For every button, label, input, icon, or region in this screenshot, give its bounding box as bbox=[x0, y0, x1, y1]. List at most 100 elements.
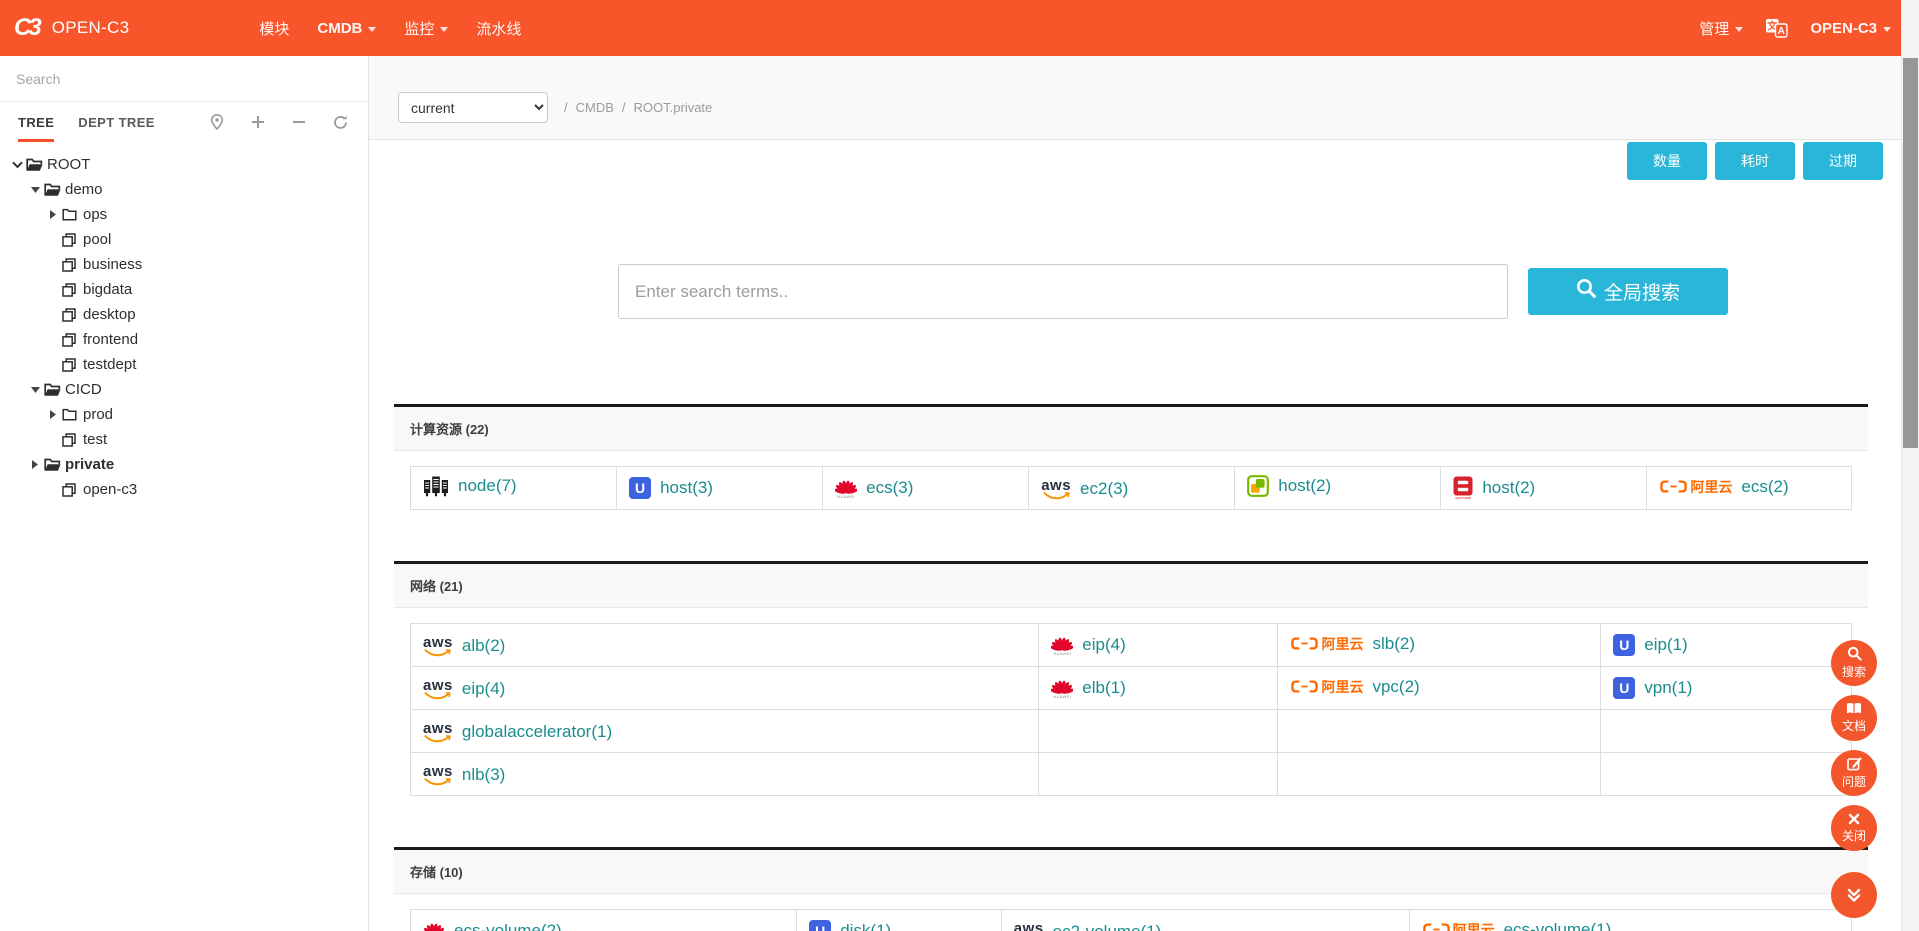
refresh-icon[interactable] bbox=[333, 115, 348, 130]
resource-link[interactable]: Uhost(3) bbox=[629, 477, 713, 499]
resource-link[interactable]: node(7) bbox=[423, 474, 517, 498]
search-icon bbox=[1576, 278, 1597, 305]
resource-cell: HUAWEIeip(4) bbox=[1039, 624, 1278, 667]
scrollbar-thumb[interactable] bbox=[1903, 58, 1918, 448]
fab-docs[interactable]: 文档 bbox=[1831, 695, 1877, 741]
resource-link[interactable]: awsec2-volume(1) bbox=[1014, 921, 1162, 931]
resource-link[interactable]: Ueip(1) bbox=[1613, 634, 1687, 656]
translate-icon[interactable]: 文A bbox=[1765, 18, 1788, 38]
table-row: awsglobalaccelerator(1) bbox=[411, 710, 1852, 753]
tri-down-icon[interactable] bbox=[26, 387, 44, 393]
org-tree: ROOT demo ops pool business bigdatadesktopfro… bbox=[0, 142, 368, 502]
tree-node-root[interactable]: ROOT bbox=[0, 152, 368, 177]
chevron-down-icon[interactable] bbox=[8, 161, 26, 169]
nav-item-manage[interactable]: 管理 bbox=[1699, 18, 1743, 39]
nav-item-account[interactable]: OPEN-C3 bbox=[1810, 20, 1891, 37]
fab-search[interactable]: 搜索 bbox=[1831, 640, 1877, 686]
huawei-icon: HUAWEI bbox=[1051, 678, 1073, 699]
tree-node-label: testdept bbox=[83, 356, 136, 373]
fab-label: 关闭 bbox=[1842, 827, 1866, 844]
resource-cell: node(7) bbox=[411, 467, 617, 510]
vmware-icon bbox=[1247, 475, 1269, 497]
tree-node-bigdata[interactable]: bigdata bbox=[0, 277, 368, 302]
fab-close[interactable]: 关闭 bbox=[1831, 805, 1877, 851]
locate-icon[interactable] bbox=[210, 114, 224, 130]
nav-item-modules[interactable]: 模块 bbox=[259, 18, 289, 39]
resource-link[interactable]: 阿里云ecs(2) bbox=[1659, 477, 1788, 497]
resource-link[interactable]: 阿里云slb(2) bbox=[1290, 634, 1415, 654]
fab-collapse[interactable] bbox=[1831, 872, 1877, 918]
resource-link[interactable]: HUAWEIeip(4) bbox=[1051, 635, 1125, 656]
tree-node-label: ops bbox=[83, 206, 107, 223]
fab-issue[interactable]: 问题 bbox=[1831, 750, 1877, 796]
pages-icon bbox=[62, 358, 81, 372]
tree-node-ops[interactable]: ops bbox=[0, 202, 368, 227]
card-title: 网络 (21) bbox=[394, 564, 1868, 608]
resource-label: eip(4) bbox=[1082, 635, 1125, 655]
sidebar-search-input[interactable] bbox=[0, 56, 368, 102]
resource-link[interactable]: host(2) bbox=[1247, 475, 1331, 497]
tree-node-frontend[interactable]: frontend bbox=[0, 327, 368, 352]
tab-dept-tree[interactable]: DEPT TREE bbox=[78, 102, 155, 142]
toolbar-button-expire[interactable]: 过期 bbox=[1803, 142, 1883, 180]
resource-link[interactable]: awsec2(3) bbox=[1041, 478, 1128, 500]
resource-link[interactable]: HUAWEIecs-volume(2) bbox=[423, 921, 562, 931]
tree-node-testdept[interactable]: testdept bbox=[0, 352, 368, 377]
fab-label: 问题 bbox=[1842, 773, 1866, 790]
tri-right-icon[interactable] bbox=[44, 210, 62, 219]
minus-icon[interactable] bbox=[292, 115, 306, 129]
tree-node-desktop[interactable]: desktop bbox=[0, 302, 368, 327]
sidebar-tabs: TREE DEPT TREE bbox=[0, 102, 368, 142]
tree-node-cicd[interactable]: CICD bbox=[0, 377, 368, 402]
fab-label: 文档 bbox=[1842, 717, 1866, 734]
plus-icon[interactable] bbox=[251, 115, 265, 129]
tree-node-test[interactable]: test bbox=[0, 427, 368, 452]
tree-node-prod[interactable]: prod bbox=[0, 402, 368, 427]
resource-link[interactable]: openstackhost(2) bbox=[1453, 476, 1535, 501]
tri-right-icon[interactable] bbox=[44, 410, 62, 419]
tree-node-label: demo bbox=[65, 181, 103, 198]
tree-node-open-c3[interactable]: open-c3 bbox=[0, 477, 368, 502]
resource-link[interactable]: awsnlb(3) bbox=[423, 764, 505, 786]
resource-link[interactable]: awseip(4) bbox=[423, 678, 505, 700]
tree-node-private[interactable]: private bbox=[0, 452, 368, 477]
navbar-right: 管理 文A OPEN-C3 bbox=[1699, 18, 1891, 39]
resource-label: nlb(3) bbox=[462, 765, 505, 785]
global-search-label: 全局搜索 bbox=[1604, 278, 1680, 305]
tab-tree[interactable]: TREE bbox=[18, 102, 54, 142]
resource-cell: awsec2(3) bbox=[1029, 467, 1235, 510]
global-search-button[interactable]: 全局搜索 bbox=[1528, 268, 1728, 315]
page-scrollbar[interactable] bbox=[1901, 0, 1919, 931]
breadcrumb-cmdb[interactable]: CMDB bbox=[576, 100, 614, 115]
tri-down-icon[interactable] bbox=[26, 187, 44, 193]
toolbar-button-count[interactable]: 数量 bbox=[1627, 142, 1707, 180]
pages-icon bbox=[62, 308, 81, 322]
nav-item-pipeline[interactable]: 流水线 bbox=[476, 18, 521, 39]
nav-item-monitor[interactable]: 监控 bbox=[404, 18, 448, 39]
tree-node-demo[interactable]: demo bbox=[0, 177, 368, 202]
global-search-input[interactable] bbox=[618, 264, 1508, 319]
ucloud-icon: U bbox=[809, 920, 831, 931]
resource-link[interactable]: 阿里云ecs-volume(1) bbox=[1422, 920, 1612, 931]
resource-link[interactable]: Udisk(1) bbox=[809, 920, 891, 931]
nav-item-cmdb[interactable]: CMDB bbox=[317, 20, 376, 37]
resource-label: vpc(2) bbox=[1372, 677, 1419, 697]
resource-link[interactable]: HUAWEIelb(1) bbox=[1051, 678, 1125, 699]
tri-right-icon[interactable] bbox=[26, 460, 44, 469]
resource-link[interactable]: awsalb(2) bbox=[423, 635, 505, 657]
version-select[interactable]: current bbox=[398, 92, 548, 123]
resource-link[interactable]: HUAWEIecs(3) bbox=[835, 478, 913, 499]
resource-label: disk(1) bbox=[840, 921, 891, 931]
brand[interactable]: C3 OPEN-C3 bbox=[14, 14, 129, 42]
toolbar-button-cost[interactable]: 耗时 bbox=[1715, 142, 1795, 180]
resource-link[interactable]: Uvpn(1) bbox=[1613, 677, 1692, 699]
tree-node-pool[interactable]: pool bbox=[0, 227, 368, 252]
resource-cell: HUAWEIecs-volume(2) bbox=[411, 910, 797, 931]
empty-cell bbox=[1601, 753, 1852, 796]
tree-node-business[interactable]: business bbox=[0, 252, 368, 277]
aws-icon: aws bbox=[423, 635, 453, 657]
tree-node-label: business bbox=[83, 256, 142, 273]
resource-link[interactable]: awsglobalaccelerator(1) bbox=[423, 721, 612, 743]
resource-link[interactable]: 阿里云vpc(2) bbox=[1290, 677, 1419, 697]
resource-card: 网络 (21)awsalb(2)HUAWEIeip(4)阿里云slb(2)Uei… bbox=[394, 561, 1868, 822]
